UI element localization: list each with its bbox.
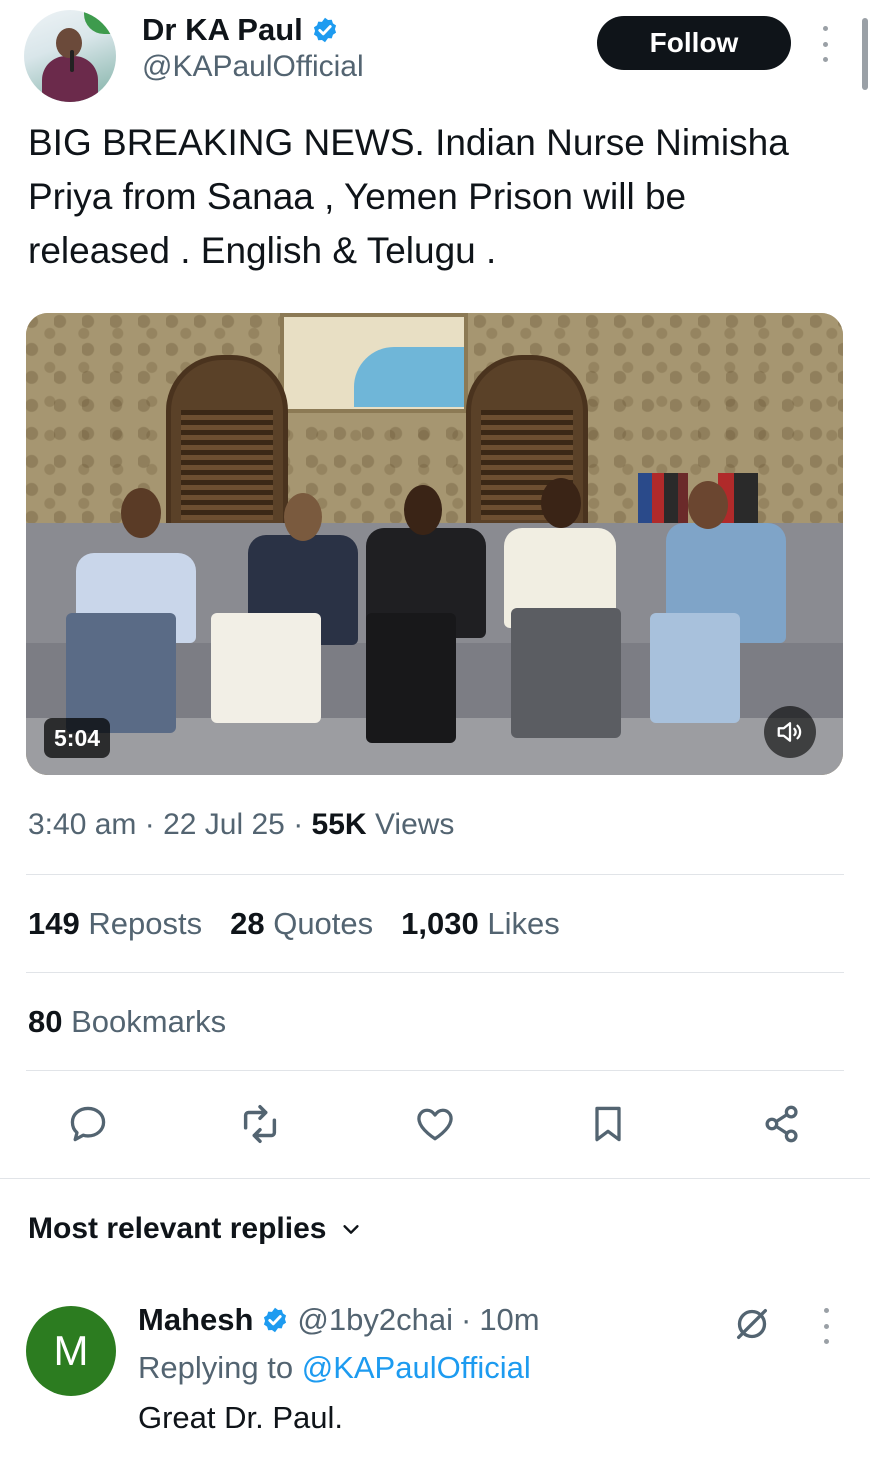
likes-stat[interactable]: 1,030 Likes — [401, 906, 560, 942]
replying-to-handle[interactable]: @KAPaulOfficial — [302, 1350, 531, 1385]
volume-icon[interactable] — [764, 706, 816, 758]
replies-sort-label: Most relevant replies — [28, 1212, 327, 1245]
divider — [26, 972, 844, 973]
quotes-stat[interactable]: 28 Quotes — [230, 906, 373, 942]
follow-button[interactable]: Follow — [597, 16, 791, 70]
more-options-icon[interactable] — [814, 26, 836, 62]
post-date[interactable]: 22 Jul 25 — [163, 808, 285, 841]
author-avatar[interactable] — [24, 10, 116, 102]
divider — [0, 1178, 870, 1179]
repost-icon[interactable] — [236, 1100, 284, 1148]
video-duration-badge: 5:04 — [44, 718, 111, 758]
chevron-down-icon — [343, 1225, 360, 1234]
reply-more-options-icon[interactable] — [816, 1308, 836, 1344]
speaker-icon — [777, 722, 802, 742]
grok-icon[interactable] — [732, 1304, 772, 1344]
action-bar — [0, 1100, 870, 1156]
post-time[interactable]: 3:40 am — [28, 808, 136, 841]
reply-author-name[interactable]: Mahesh — [138, 1302, 253, 1338]
reply-icon[interactable] — [64, 1100, 112, 1148]
author-name-row: Dr KA Paul — [142, 12, 339, 48]
video-player[interactable] — [26, 313, 843, 775]
replies-sort-toggle[interactable]: Most relevant replies — [28, 1212, 362, 1246]
reply-text: Great Dr. Paul. — [138, 1400, 344, 1435]
views-label: Views — [374, 808, 455, 841]
post-meta: 3:40 am · 22 Jul 25 · 55K Views — [28, 808, 455, 841]
like-icon[interactable] — [411, 1100, 459, 1148]
engagement-stats: 149 Reposts 28 Quotes 1,030 Likes — [28, 906, 560, 942]
verified-badge-icon — [313, 17, 336, 43]
bookmark-icon[interactable] — [584, 1100, 632, 1148]
reply-avatar[interactable]: M — [26, 1306, 116, 1396]
reply-author-handle[interactable]: @1by2chai — [297, 1302, 453, 1338]
share-icon[interactable] — [758, 1100, 806, 1148]
video-map-frame — [280, 313, 468, 413]
video-window-left — [166, 355, 288, 535]
verified-badge-icon — [264, 1307, 287, 1333]
replying-to: Replying to @KAPaulOfficial — [138, 1350, 531, 1385]
reply-time[interactable]: 10m — [479, 1302, 539, 1338]
divider — [26, 1070, 844, 1071]
scrollbar[interactable] — [862, 18, 868, 90]
tweet-text: BIG BREAKING NEWS. Indian Nurse Nimisha … — [28, 122, 789, 271]
author-name[interactable]: Dr KA Paul — [142, 12, 303, 48]
reposts-stat[interactable]: 149 Reposts — [28, 906, 202, 942]
reply-header: Mahesh @1by2chai · 10m — [138, 1302, 540, 1338]
author-handle[interactable]: @KAPaulOfficial — [142, 50, 364, 84]
views-count: 55K — [311, 808, 367, 841]
bookmarks-stat[interactable]: 80 Bookmarks — [28, 1004, 226, 1040]
divider — [26, 874, 844, 875]
